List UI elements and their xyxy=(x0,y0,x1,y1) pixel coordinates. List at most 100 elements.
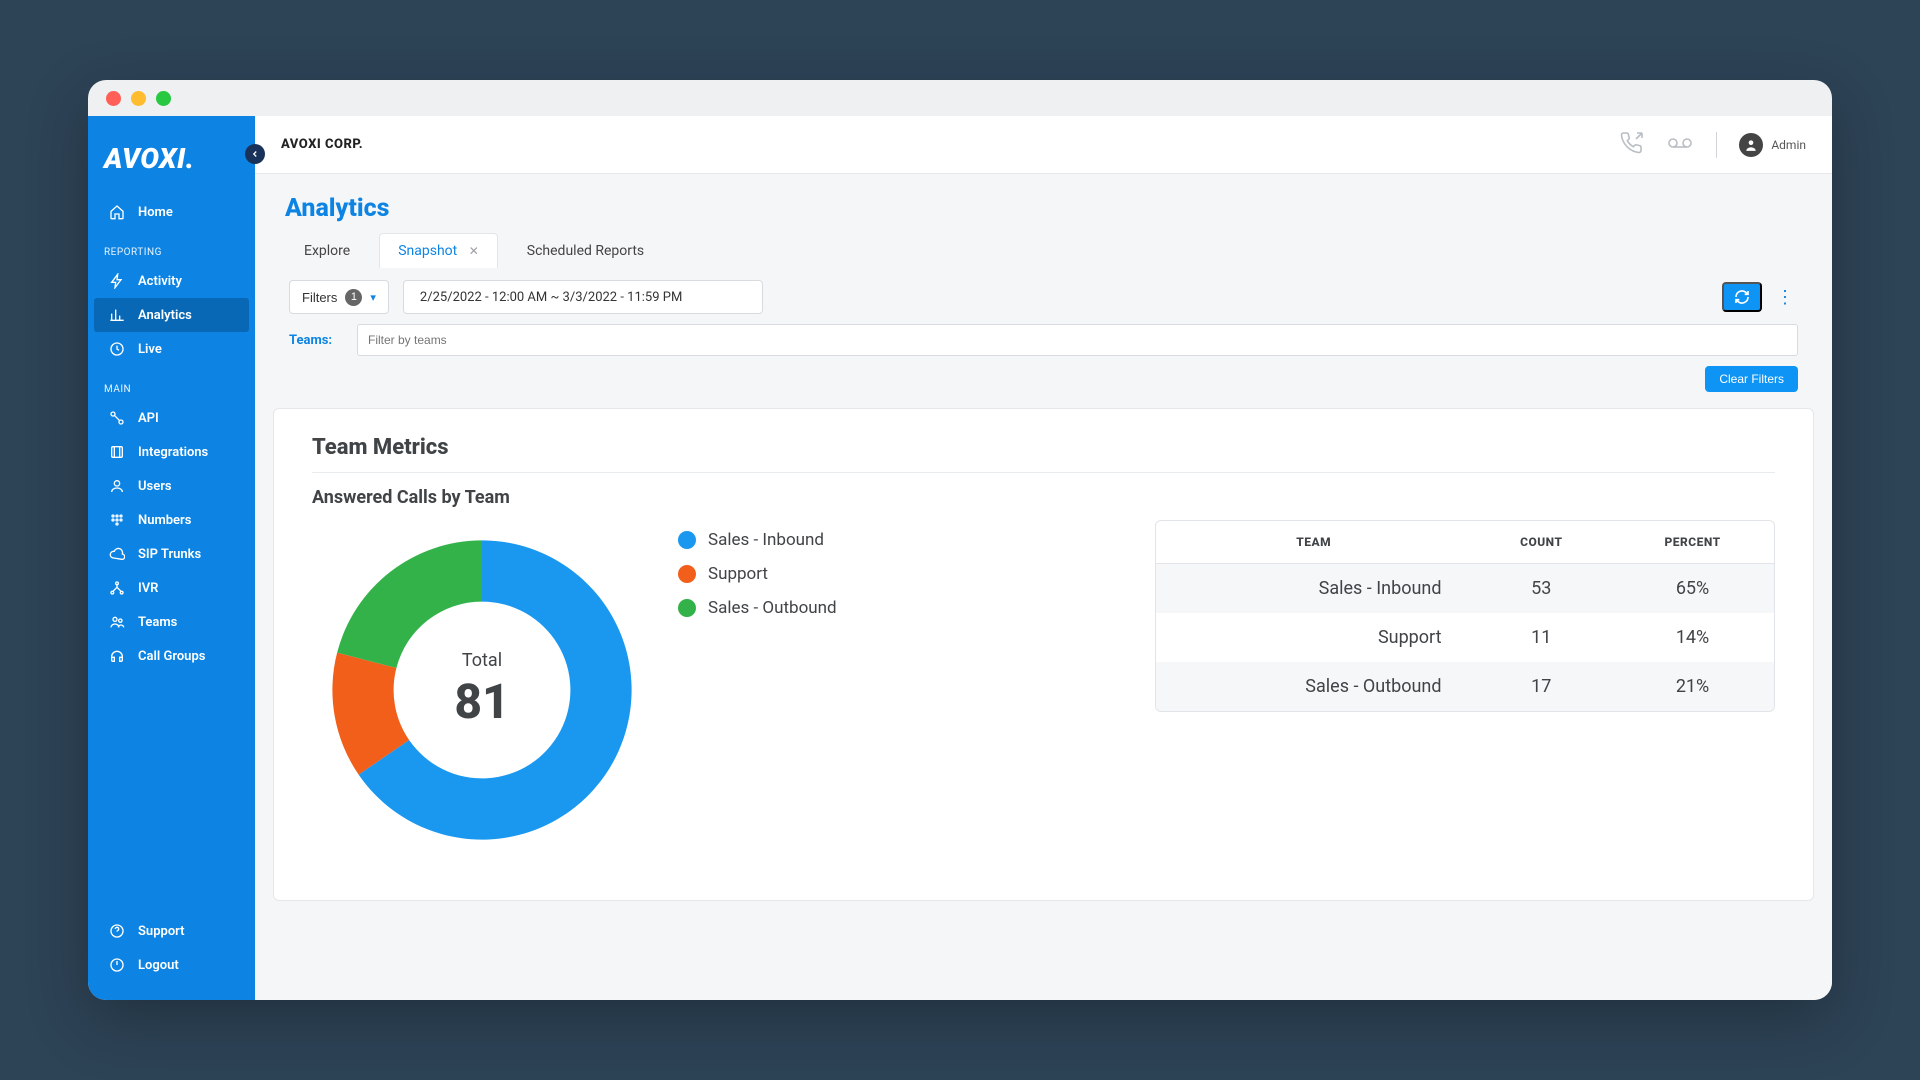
home-icon xyxy=(108,203,126,221)
team-icon xyxy=(108,613,126,631)
sidebar-item-logout[interactable]: Logout xyxy=(94,948,249,982)
teams-filter-input[interactable] xyxy=(357,324,1798,356)
app-root: AVOXI. Home REPORTING Activity xyxy=(88,116,1832,1000)
sidebar-item-label: API xyxy=(138,411,159,426)
table-row: Support1114% xyxy=(1156,613,1774,662)
sidebar-item-label: Teams xyxy=(138,615,177,630)
admin-label: Admin xyxy=(1771,138,1806,152)
user-menu[interactable]: Admin xyxy=(1739,133,1806,157)
total-value: 81 xyxy=(454,673,509,730)
more-vertical-icon[interactable]: ⋮ xyxy=(1772,287,1798,308)
team-metrics-table: TEAM COUNT PERCENT Sales - Inbound5365%S… xyxy=(1155,520,1775,712)
sidebar-item-ivr[interactable]: IVR xyxy=(94,571,249,605)
sidebar: AVOXI. Home REPORTING Activity xyxy=(88,116,255,1000)
cell-team: Sales - Outbound xyxy=(1156,662,1471,711)
donut-chart: Total 81 xyxy=(312,520,652,860)
teams-filter-label: Teams: xyxy=(289,333,339,348)
logo-text: AVOXI. xyxy=(104,142,239,175)
window-controls xyxy=(88,80,1832,116)
sidebar-item-call-groups[interactable]: Call Groups xyxy=(94,639,249,673)
tab-explore[interactable]: Explore xyxy=(285,233,369,268)
sidebar-item-activity[interactable]: Activity xyxy=(94,264,249,298)
sidebar-item-sip-trunks[interactable]: SIP Trunks xyxy=(94,537,249,571)
table-header-row: TEAM COUNT PERCENT xyxy=(1156,521,1774,564)
bars-icon xyxy=(108,306,126,324)
content-area: AVOXI CORP. Admin Analytics xyxy=(255,116,1832,1000)
close-tab-icon[interactable]: ✕ xyxy=(469,244,479,258)
help-icon xyxy=(108,922,126,940)
refresh-button[interactable] xyxy=(1722,282,1762,312)
topbar: AVOXI CORP. Admin xyxy=(255,116,1832,174)
total-label: Total xyxy=(462,650,502,671)
divider xyxy=(1716,132,1717,158)
chart-title: Answered Calls by Team xyxy=(312,487,1775,508)
cell-percent: 21% xyxy=(1611,662,1774,711)
sidebar-item-label: Activity xyxy=(138,274,182,289)
lightning-icon xyxy=(108,272,126,290)
tab-scheduled-reports[interactable]: Scheduled Reports xyxy=(508,233,663,268)
sidebar-item-label: Call Groups xyxy=(138,649,205,664)
chevron-down-icon: ▾ xyxy=(370,291,376,304)
user-icon xyxy=(108,477,126,495)
legend-item: Sales - Outbound xyxy=(678,598,837,618)
sidebar-item-label: Numbers xyxy=(138,513,191,528)
sidebar-item-support[interactable]: Support xyxy=(94,914,249,948)
sidebar-item-analytics[interactable]: Analytics xyxy=(94,298,249,332)
phone-outgoing-icon[interactable] xyxy=(1620,131,1644,159)
col-team: TEAM xyxy=(1156,521,1471,564)
sidebar-item-api[interactable]: API xyxy=(94,401,249,435)
sidebar-item-numbers[interactable]: Numbers xyxy=(94,503,249,537)
logo: AVOXI. xyxy=(88,126,255,195)
sidebar-item-live[interactable]: Live xyxy=(94,332,249,366)
org-name: AVOXI CORP. xyxy=(281,137,363,152)
tab-snapshot[interactable]: Snapshot ✕ xyxy=(379,233,498,268)
cell-percent: 65% xyxy=(1611,564,1774,614)
table-row: Sales - Outbound1721% xyxy=(1156,662,1774,711)
tabs: Explore Snapshot ✕ Scheduled Reports xyxy=(255,233,1832,268)
date-range-picker[interactable]: 2/25/2022 - 12:00 AM ~ 3/3/2022 - 11:59 … xyxy=(403,280,763,314)
logout-icon xyxy=(108,956,126,974)
maximize-window-icon[interactable] xyxy=(156,91,171,106)
sidebar-item-label: Live xyxy=(138,342,162,357)
voicemail-icon[interactable] xyxy=(1666,131,1694,159)
sidebar-item-teams[interactable]: Teams xyxy=(94,605,249,639)
cell-count: 11 xyxy=(1471,613,1611,662)
legend-label: Sales - Inbound xyxy=(708,530,824,550)
filters-count-badge: 1 xyxy=(345,289,362,306)
legend-swatch xyxy=(678,565,696,583)
toolbar: Filters 1 ▾ 2/25/2022 - 12:00 AM ~ 3/3/2… xyxy=(273,268,1814,392)
cell-percent: 14% xyxy=(1611,613,1774,662)
sidebar-item-label: Analytics xyxy=(138,308,192,323)
clock-icon xyxy=(108,340,126,358)
cell-team: Sales - Inbound xyxy=(1156,564,1471,614)
team-metrics-card: Team Metrics Answered Calls by Team Tota… xyxy=(273,408,1814,901)
dialpad-icon xyxy=(108,511,126,529)
sidebar-item-users[interactable]: Users xyxy=(94,469,249,503)
filters-button[interactable]: Filters 1 ▾ xyxy=(289,280,389,314)
cell-team: Support xyxy=(1156,613,1471,662)
card-title: Team Metrics xyxy=(312,435,1775,460)
cell-count: 17 xyxy=(1471,662,1611,711)
legend-label: Support xyxy=(708,564,768,584)
tree-icon xyxy=(108,579,126,597)
sidebar-item-label: Support xyxy=(138,924,185,939)
col-count: COUNT xyxy=(1471,521,1611,564)
col-percent: PERCENT xyxy=(1611,521,1774,564)
close-window-icon[interactable] xyxy=(106,91,121,106)
sidebar-item-label: Home xyxy=(138,205,173,220)
integrations-icon xyxy=(108,443,126,461)
sidebar-item-label: Logout xyxy=(138,958,179,973)
sidebar-item-home[interactable]: Home xyxy=(94,195,249,229)
sidebar-item-label: IVR xyxy=(138,581,158,596)
window-frame: AVOXI. Home REPORTING Activity xyxy=(88,80,1832,1000)
legend-swatch xyxy=(678,599,696,617)
sidebar-item-integrations[interactable]: Integrations xyxy=(94,435,249,469)
api-icon xyxy=(108,409,126,427)
sidebar-item-label: Users xyxy=(138,479,172,494)
divider xyxy=(312,472,1775,473)
table-row: Sales - Inbound5365% xyxy=(1156,564,1774,614)
sidebar-collapse-button[interactable] xyxy=(245,144,265,164)
page-title: Analytics xyxy=(255,174,1832,233)
clear-filters-button[interactable]: Clear Filters xyxy=(1705,366,1798,392)
minimize-window-icon[interactable] xyxy=(131,91,146,106)
